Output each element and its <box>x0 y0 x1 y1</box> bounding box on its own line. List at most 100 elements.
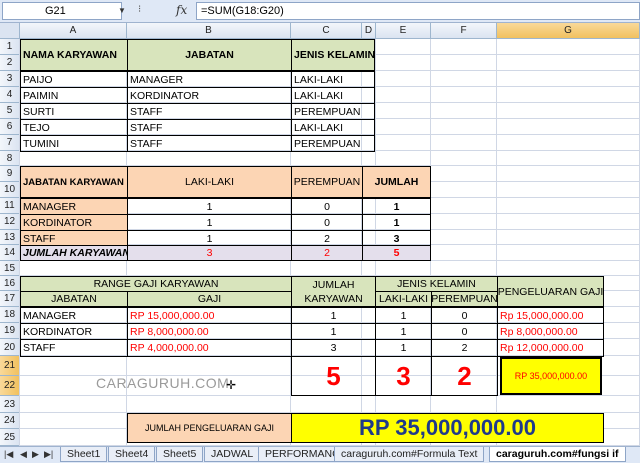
total-perempuan: 2 <box>291 245 363 261</box>
cell-laki-laki: 1 <box>375 323 432 340</box>
row-header[interactable]: 7 <box>0 135 20 151</box>
chevron-down-icon[interactable]: ▼ <box>118 6 126 15</box>
cell-jenis-kelamin: LAKI-LAKI <box>291 87 375 104</box>
cell-jumlah-karyawan: 1 <box>291 307 376 324</box>
row-header[interactable]: 15 <box>0 261 20 276</box>
header-laki-3: LAKI-LAKI <box>375 291 432 307</box>
row-header[interactable]: 2 <box>0 55 20 71</box>
cell-jabatan-gaji: STAFF <box>20 339 128 357</box>
tab-sheet1[interactable]: Sheet1 <box>60 447 108 462</box>
row-header[interactable]: 16 <box>0 276 20 291</box>
row-header[interactable]: 21 <box>0 356 20 376</box>
row-header[interactable]: 17 <box>0 291 20 307</box>
column-header-f[interactable]: F <box>431 23 497 39</box>
column-header-b[interactable]: B <box>127 23 291 39</box>
header-nama-karyawan: NAMA KARYAWAN <box>20 39 128 71</box>
row-header[interactable]: 24 <box>0 413 20 429</box>
row-header[interactable]: 23 <box>0 396 20 413</box>
row-header[interactable]: 13 <box>0 230 20 245</box>
tab-formula-text[interactable]: caraguruh.com#Formula Text <box>334 447 485 462</box>
row-header[interactable]: 25 <box>0 429 20 446</box>
cell-nama: PAIJO <box>20 71 128 88</box>
last-sheet-icon[interactable]: ▶| <box>44 449 53 460</box>
row-header[interactable]: 12 <box>0 214 20 230</box>
total-karyawan: 5 <box>291 356 376 396</box>
header-jenis-kelamin-3: JENIS KELAMIN <box>375 276 498 292</box>
header-jumlah-karyawan-line1: JUMLAH <box>312 279 355 291</box>
cell-jabatan: STAFF <box>127 119 292 136</box>
formula-bar-grip-icon: ⁝ <box>138 4 142 15</box>
cell-perempuan-gaji: 0 <box>431 323 498 340</box>
name-box[interactable]: G21 <box>2 2 122 20</box>
row-header[interactable]: 19 <box>0 323 20 339</box>
column-header-d[interactable]: D <box>362 23 376 39</box>
next-sheet-icon[interactable]: ▶ <box>32 449 39 460</box>
cell-gaji: RP 8,000,000.00 <box>127 323 292 340</box>
tab-sheet4[interactable]: Sheet4 <box>108 447 156 462</box>
cell-jenis-kelamin: PEREMPUAN <box>291 135 375 152</box>
cell-perempuan: 0 <box>291 198 363 215</box>
row-header[interactable]: 5 <box>0 103 20 119</box>
cell-jenis-kelamin: PEREMPUAN <box>291 103 375 120</box>
summary-value: RP 35,000,000.00 <box>291 413 604 443</box>
prev-sheet-icon[interactable]: ◀ <box>20 449 27 460</box>
tab-jadwal[interactable]: JADWAL <box>204 447 261 462</box>
total-laki: 3 <box>127 245 292 261</box>
cell-perempuan: 0 <box>291 214 363 231</box>
cell-perempuan-gaji: 2 <box>431 339 498 357</box>
cell-pengeluaran: Rp 8,000,000.00 <box>497 323 604 340</box>
row-header[interactable]: 20 <box>0 339 20 356</box>
header-perempuan-3: PEREMPUAN <box>431 291 498 307</box>
tab-sheet5[interactable]: Sheet5 <box>156 447 204 462</box>
column-header-c[interactable]: C <box>291 23 362 39</box>
row-header[interactable]: 11 <box>0 198 20 214</box>
cell-gaji: RP 15,000,000.00 <box>127 307 292 324</box>
cell-jabatan: KORDINATOR <box>127 87 292 104</box>
select-all-corner[interactable] <box>0 23 20 39</box>
row-header[interactable]: 4 <box>0 87 20 103</box>
cell-pengeluaran: Rp 15,000,000.00 <box>497 307 604 324</box>
header-jenis-kelamin: JENIS KELAMIN <box>291 39 375 71</box>
cell-laki-laki: 1 <box>375 307 432 324</box>
row-header[interactable]: 18 <box>0 307 20 323</box>
column-header-a[interactable]: A <box>20 23 127 39</box>
row-header[interactable]: 1 <box>0 39 20 55</box>
cell-jumlah-karyawan: 3 <box>291 339 376 357</box>
header-jumlah-karyawan: JUMLAH KARYAWAN <box>291 276 376 307</box>
column-header-e[interactable]: E <box>376 23 431 39</box>
row-header[interactable]: 22 <box>0 376 20 396</box>
cell-nama: TUMINI <box>20 135 128 152</box>
formula-bar: G21 ▼ ⁝ fx =SUM(G18:G20) <box>0 0 640 23</box>
header-gaji: GAJI <box>127 291 292 307</box>
row-header[interactable]: 14 <box>0 245 20 261</box>
first-sheet-icon[interactable]: |◀ <box>4 449 13 460</box>
cursor-icon: ✛ <box>226 378 237 392</box>
row-header[interactable]: 8 <box>0 151 20 166</box>
cell-jabatan-gaji: KORDINATOR <box>20 323 128 340</box>
header-pengeluaran-gaji: PENGELUARAN GAJI <box>497 276 604 307</box>
column-header-g[interactable]: G <box>497 23 640 39</box>
total-pengeluaran-cell[interactable]: RP 35,000,000.00 <box>500 357 602 395</box>
tab-fungsi-if[interactable]: caraguruh.com#fungsi if <box>489 447 626 462</box>
cell-jumlah: 1 <box>362 214 431 231</box>
cell-laki-laki: 1 <box>375 339 432 357</box>
header-perempuan: PEREMPUAN <box>291 166 363 198</box>
row-header[interactable]: 9 <box>0 166 20 182</box>
cell-nama: SURTI <box>20 103 128 120</box>
row-header[interactable]: 10 <box>0 182 20 198</box>
header-jabatan-3: JABATAN <box>20 291 128 307</box>
row-header[interactable]: 3 <box>0 71 20 87</box>
total-label: JUMLAH KARYAWAN <box>20 245 128 261</box>
row-header[interactable]: 6 <box>0 119 20 135</box>
cell-pengeluaran: Rp 12,000,000.00 <box>497 339 604 357</box>
header-jabatan: JABATAN <box>127 39 292 71</box>
formula-input[interactable]: =SUM(G18:G20) <box>196 2 640 20</box>
summary-label: JUMLAH PENGELUARAN GAJI <box>127 413 292 443</box>
cell-nama: PAIMIN <box>20 87 128 104</box>
cell-jumlah: 1 <box>362 198 431 215</box>
insert-function-button[interactable]: fx <box>176 3 187 17</box>
cell-jabatan-gaji: MANAGER <box>20 307 128 324</box>
header-jumlah: JUMLAH <box>362 166 431 198</box>
header-range-gaji: RANGE GAJI KARYAWAN <box>20 276 292 292</box>
header-jumlah-karyawan-line2: KARYAWAN <box>304 293 363 305</box>
